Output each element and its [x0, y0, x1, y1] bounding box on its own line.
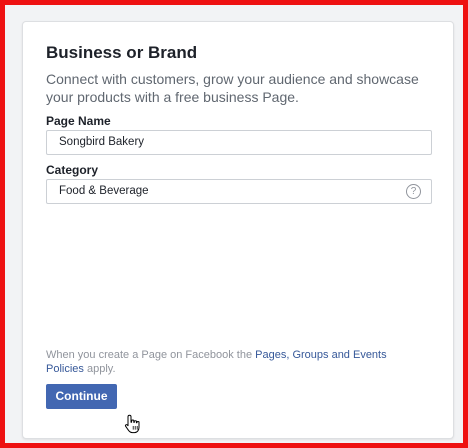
page-name-label: Page Name [46, 114, 111, 128]
highlight-frame: Business or Brand Connect with customers… [0, 0, 468, 448]
hand-pointer-icon [124, 414, 140, 434]
card-title: Business or Brand [46, 43, 198, 62]
business-or-brand-card: Business or Brand Connect with customers… [22, 21, 454, 439]
policy-suffix: apply. [83, 363, 116, 375]
page-name-value: Songbird Bakery [59, 136, 145, 148]
page-name-input[interactable]: Songbird Bakery [46, 130, 432, 155]
policy-notice: When you create a Page on Facebook the P… [46, 348, 426, 376]
category-value: Food & Beverage [59, 185, 149, 197]
category-input[interactable]: Food & Beverage ? [46, 179, 432, 204]
continue-button[interactable]: Continue [46, 384, 117, 409]
card-description: Connect with customers, grow your audien… [46, 71, 419, 105]
policy-prefix: When you create a Page on Facebook the [46, 349, 256, 361]
category-label: Category [46, 163, 99, 177]
question-icon[interactable]: ? [406, 184, 421, 199]
